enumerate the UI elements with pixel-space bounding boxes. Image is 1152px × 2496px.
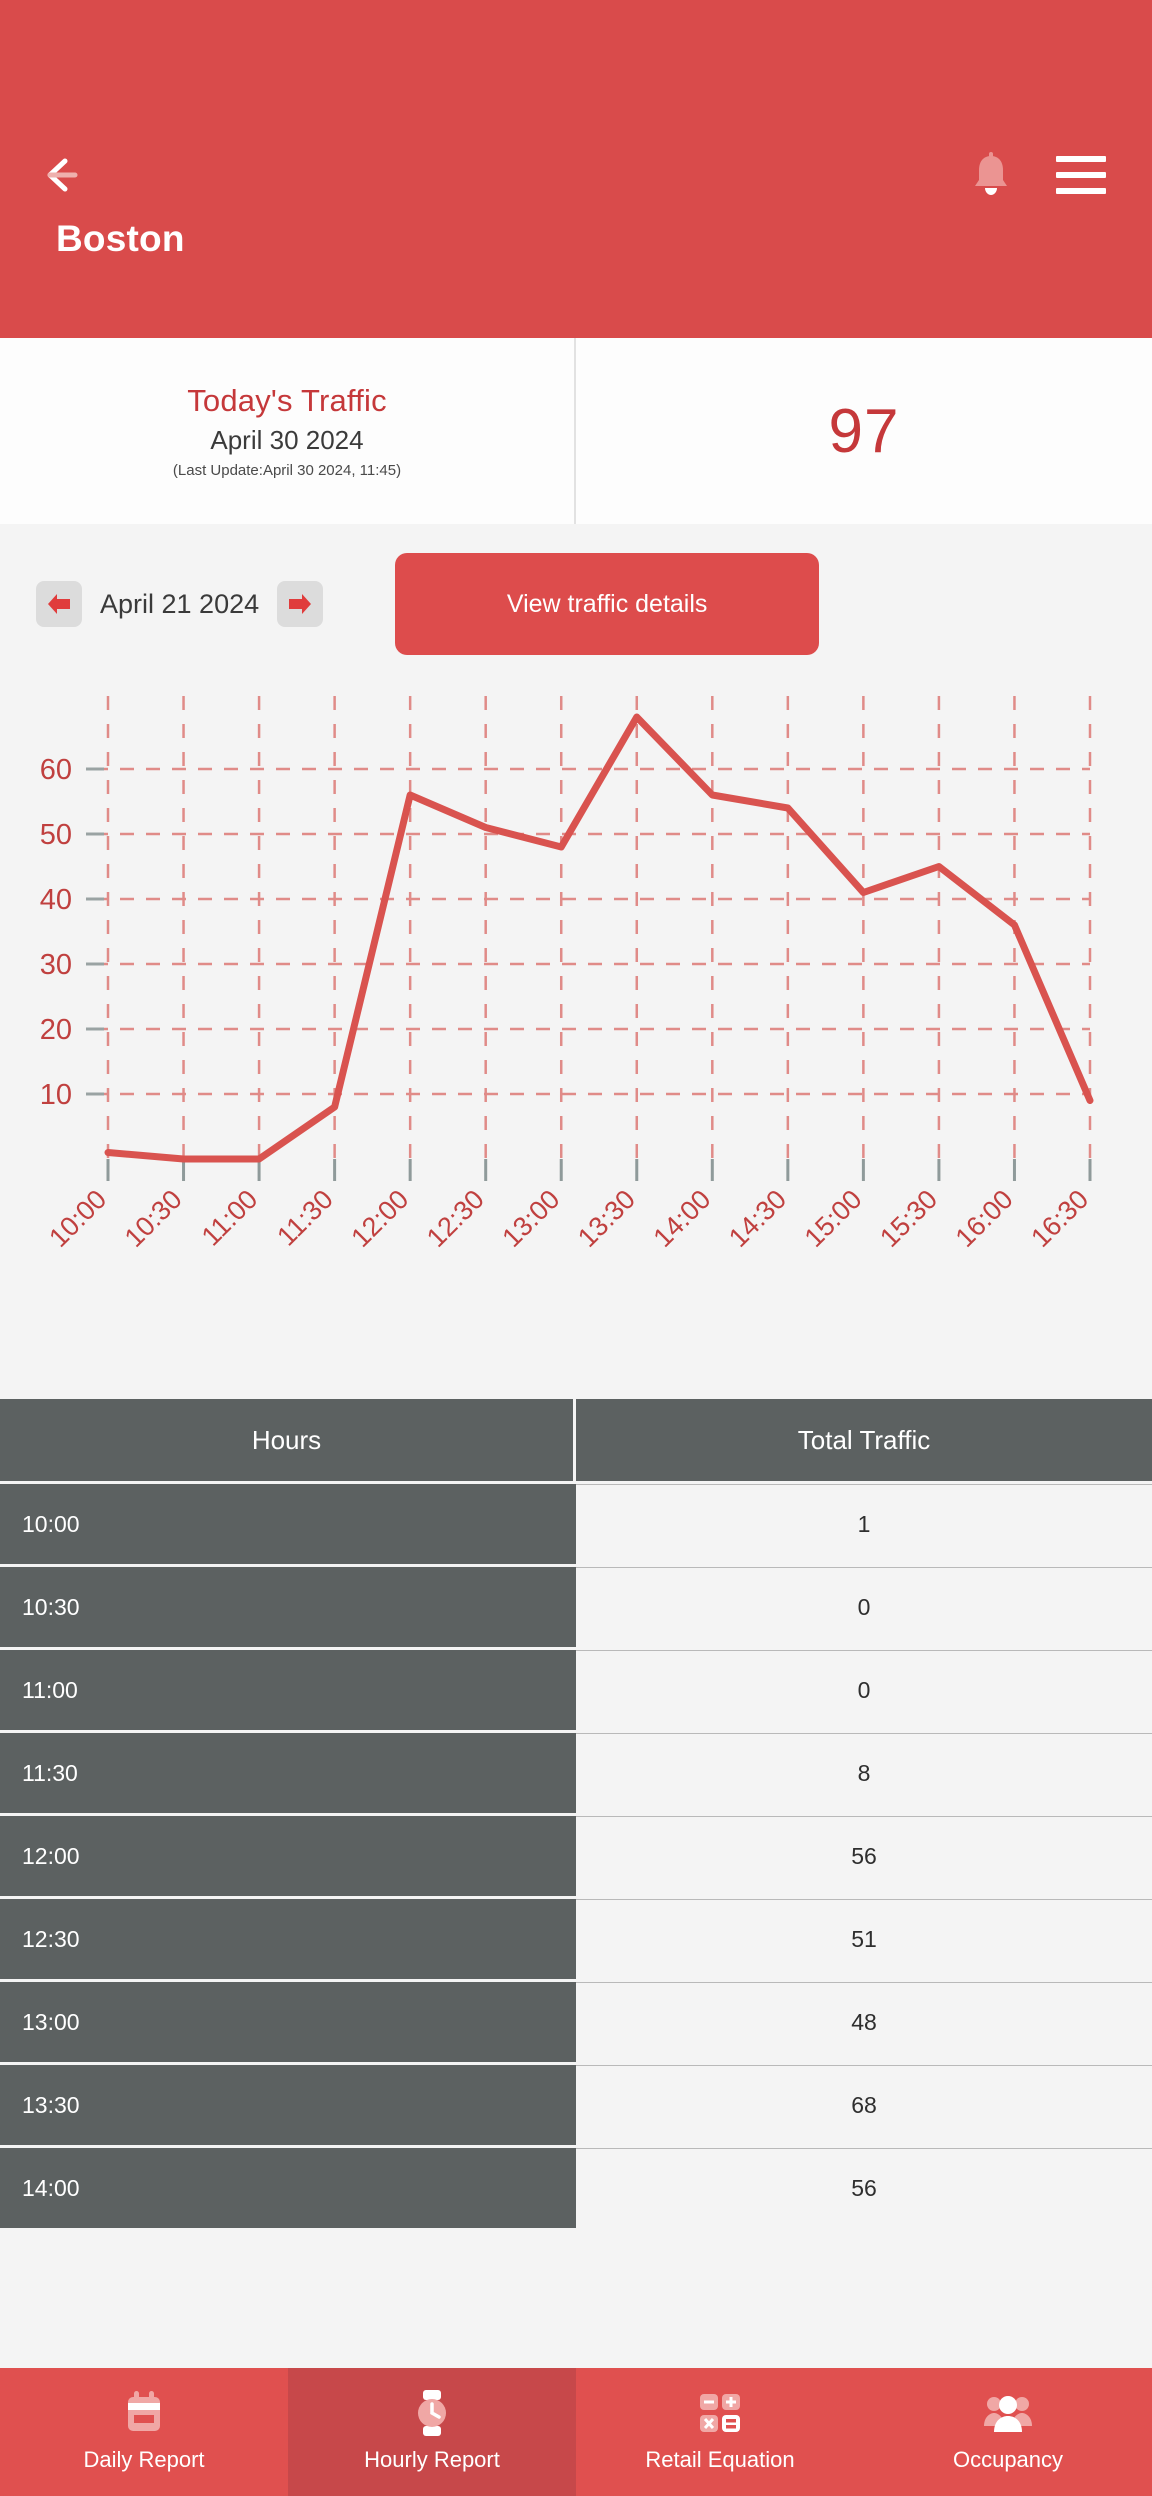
table-row[interactable]: 11:30 8 [0, 1733, 1152, 1813]
y-axis-tick-label: 10 [40, 1079, 72, 1111]
nav-item-label: Retail Equation [645, 2447, 795, 2472]
nav-item-label: Daily Report [83, 2447, 205, 2472]
table-row[interactable]: 13:30 68 [0, 2065, 1152, 2145]
cell-hours: 12:00 [0, 1816, 576, 1896]
summary-last-update: (Last Update:April 30 2024, 11:45) [172, 462, 402, 479]
cell-total-traffic: 56 [576, 1816, 1152, 1896]
column-header-hours: Hours [0, 1399, 576, 1481]
x-axis-tick-label: 15:00 [799, 1184, 868, 1253]
x-axis-tick-label: 10:30 [119, 1184, 188, 1253]
cell-total-traffic: 68 [576, 2065, 1152, 2145]
people-group-icon [984, 2391, 1032, 2435]
controls-bar: April 21 2024 View traffic details [0, 524, 1152, 684]
summary-info: Today's Traffic April 30 2024 (Last Upda… [0, 338, 576, 524]
summary-total-value: 97 [828, 396, 900, 466]
traffic-report-screen: Boston Today's Traffic April 30 2024 (La… [0, 0, 1152, 2496]
nav-item-label: Occupancy [952, 2447, 1064, 2472]
x-axis-tick-label: 16:30 [1025, 1184, 1094, 1253]
cell-total-traffic: 0 [576, 1567, 1152, 1647]
column-header-total-traffic: Total Traffic [576, 1399, 1152, 1481]
arrow-right-icon [289, 594, 312, 614]
nav-item-daily-report[interactable]: Daily Report [0, 2368, 288, 2496]
x-axis-tick-label: 13:00 [496, 1184, 565, 1253]
table-row[interactable]: 11:00 0 [0, 1650, 1152, 1730]
chart-canvas: 10 20 30 40 50 60 10:00 10:30 11:00 11:30 12:00 12:… [40, 696, 1094, 1253]
x-axis-tick-label: 11:00 [196, 1184, 264, 1252]
cell-total-traffic: 51 [576, 1899, 1152, 1979]
x-axis-tick-label: 12:00 [345, 1184, 414, 1253]
hamburger-menu-icon[interactable] [1056, 156, 1106, 194]
cell-hours: 13:30 [0, 2065, 576, 2145]
page-title: Boston [56, 218, 185, 259]
calculator-icon [698, 2391, 742, 2435]
table-row[interactable]: 10:30 0 [0, 1567, 1152, 1647]
cell-total-traffic: 1 [576, 1484, 1152, 1564]
cell-hours: 12:30 [0, 1899, 576, 1979]
x-axis-tick-label: 15:30 [874, 1184, 943, 1253]
table-row[interactable]: 14:00 56 [0, 2148, 1152, 2228]
cell-hours: 13:00 [0, 1982, 576, 2062]
view-traffic-details-button[interactable]: View traffic details [395, 553, 820, 655]
summary-value-container: 97 [576, 338, 1152, 524]
watch-clock-icon [415, 2390, 449, 2436]
cell-hours: 14:00 [0, 2148, 576, 2228]
nav-item-retail-equation[interactable]: Retail Equation [576, 2368, 864, 2496]
x-axis-tick-label: 16:00 [950, 1184, 1019, 1253]
chart-data-line [104, 713, 1094, 1163]
table-body: 10:00 1 10:30 0 11:00 0 11:30 8 12:00 56 12:30 51 13… [0, 1484, 1152, 2228]
table-row[interactable]: 12:00 56 [0, 1816, 1152, 1896]
cell-hours: 11:30 [0, 1733, 576, 1813]
y-axis-tick-label: 20 [40, 1014, 72, 1046]
bottom-navigation-bar: Daily Report Hourly Report Retail Equation… [0, 2368, 1152, 2496]
arrow-left-icon[interactable] [42, 148, 96, 202]
cell-hours: 10:30 [0, 1567, 576, 1647]
nav-item-label: Hourly Report [364, 2447, 500, 2472]
summary-card: Today's Traffic April 30 2024 (Last Upda… [0, 338, 1152, 524]
traffic-table: Hours Total Traffic 10:00 1 10:30 0 11:00 0 11… [0, 1399, 1152, 2496]
calendar-icon [124, 2391, 164, 2435]
y-axis-tick-label: 30 [40, 949, 72, 981]
app-header: Boston [0, 0, 1152, 338]
summary-date: April 30 2024 [210, 425, 364, 455]
nav-item-hourly-report[interactable]: Hourly Report [288, 2368, 576, 2496]
x-axis-tick-label: 13:30 [572, 1184, 641, 1253]
x-axis-tick-label: 11:30 [271, 1184, 339, 1252]
date-navigator: April 21 2024 [36, 581, 324, 627]
header-toolbar [0, 140, 1152, 210]
cell-total-traffic: 0 [576, 1650, 1152, 1730]
cell-total-traffic: 8 [576, 1733, 1152, 1813]
next-date-button[interactable] [277, 581, 324, 627]
header-actions [970, 151, 1106, 199]
bell-icon[interactable] [970, 151, 1012, 199]
cell-hours: 10:00 [0, 1484, 576, 1564]
cell-total-traffic: 56 [576, 2148, 1152, 2228]
selected-date-label: April 21 2024 [100, 588, 260, 619]
hamburger-bar [1056, 188, 1106, 194]
hamburger-bar [1056, 172, 1106, 178]
y-axis-tick-label: 50 [40, 819, 72, 851]
x-axis-tick-label: 12:30 [421, 1184, 490, 1253]
summary-title: Today's Traffic [187, 383, 387, 418]
table-row[interactable]: 12:30 51 [0, 1899, 1152, 1979]
table-header-row: Hours Total Traffic [0, 1399, 1152, 1481]
cell-hours: 11:00 [0, 1650, 576, 1730]
arrow-left-icon [48, 594, 70, 614]
y-axis-tick-label: 60 [40, 754, 72, 786]
table-row[interactable]: 10:00 1 [0, 1484, 1152, 1564]
y-axis-tick-label: 40 [40, 884, 72, 916]
cell-total-traffic: 48 [576, 1982, 1152, 2062]
x-axis-tick-label: 10:00 [43, 1184, 112, 1253]
table-row[interactable]: 13:00 48 [0, 1982, 1152, 2062]
hamburger-bar [1056, 156, 1106, 162]
traffic-line-chart: 10 20 30 40 50 60 10:00 10:30 11:00 11:30 12:00 12:… [0, 684, 1152, 1399]
prev-date-button[interactable] [36, 581, 82, 627]
x-axis-tick-label: 14:30 [723, 1184, 792, 1253]
nav-item-occupancy[interactable]: Occupancy [864, 2368, 1152, 2496]
x-axis-tick-label: 14:00 [648, 1184, 717, 1253]
